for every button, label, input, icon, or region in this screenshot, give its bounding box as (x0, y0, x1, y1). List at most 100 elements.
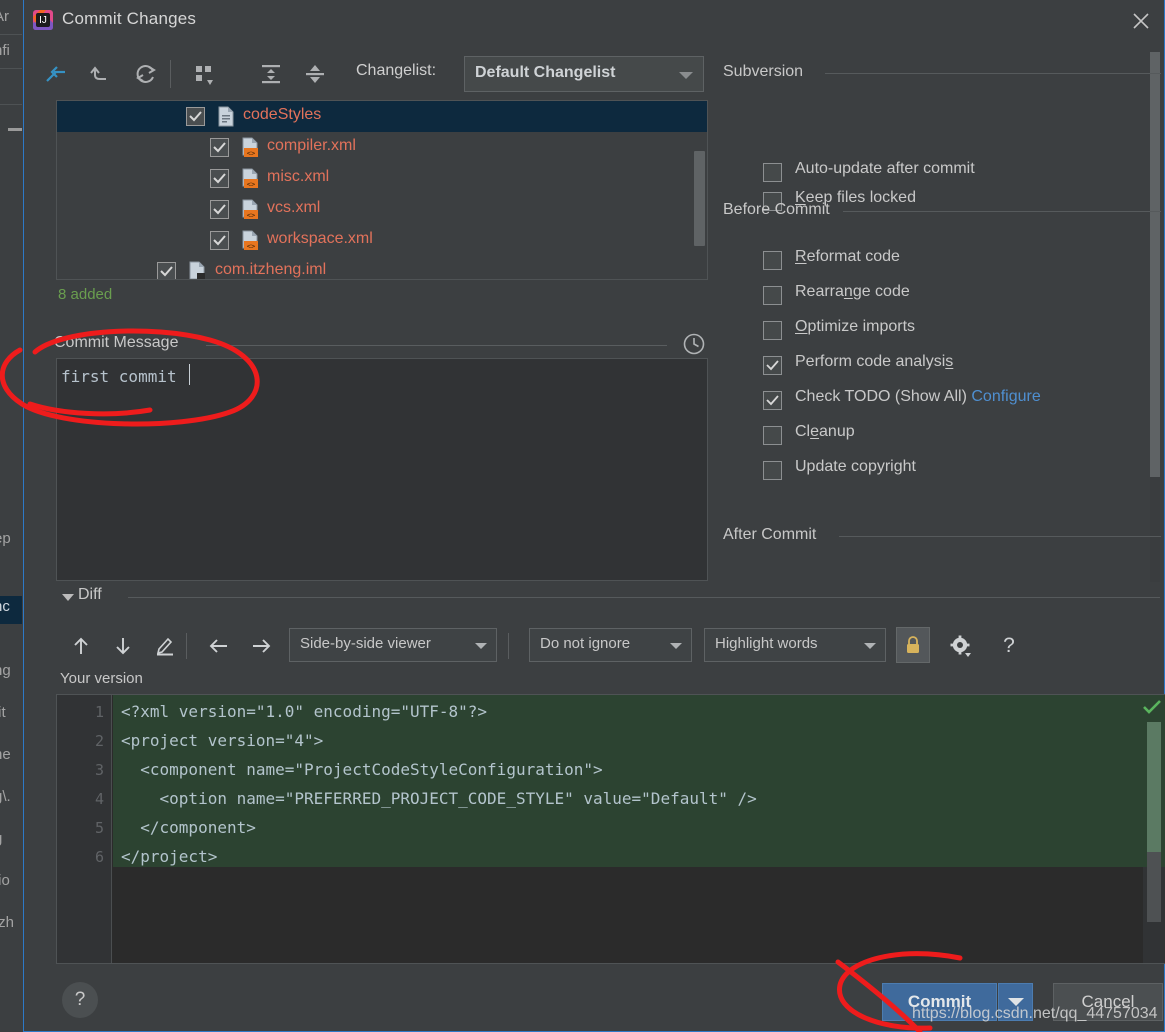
checkbox[interactable] (763, 426, 782, 445)
editor-scrollbar-thumb-lower[interactable] (1147, 852, 1161, 922)
diff-section-title: Diff (78, 586, 102, 604)
file-checkbox[interactable] (157, 262, 176, 280)
chevron-down-icon[interactable] (62, 594, 74, 601)
bg-text-fragment: Ar (0, 8, 9, 25)
section-divider (839, 536, 1161, 537)
table-row[interactable]: com.itzheng.iml (57, 256, 707, 280)
highlight-mode-dropdown[interactable]: Highlight words (704, 628, 886, 662)
gutter-divider (111, 695, 112, 963)
code-line: <project version="4"> (121, 731, 323, 750)
lock-icon[interactable] (896, 627, 930, 663)
checkbox[interactable] (763, 286, 782, 305)
line-number-gutter: 1 2 3 4 5 6 (57, 695, 112, 963)
commit-message-value: first commit (61, 367, 177, 386)
bg-divider (0, 104, 22, 105)
expand-all-icon[interactable] (249, 52, 293, 96)
changelist-label: Changelist: (356, 62, 436, 80)
watermark-text: https://blog.csdn.net/qq_44757034 (912, 1005, 1158, 1023)
checkbox[interactable] (763, 391, 782, 410)
section-divider (206, 345, 667, 346)
green-check-icon (1142, 698, 1162, 720)
file-name: codeStyles (243, 106, 321, 124)
diff-section-header[interactable]: Diff (62, 588, 1160, 610)
line-number: 1 (95, 703, 104, 721)
changelist-selected-value: Default Changelist (475, 64, 615, 82)
clock-history-icon[interactable] (681, 331, 709, 359)
viewer-mode-value: Side-by-side viewer (300, 635, 431, 652)
option-label: Auto-update after commit (795, 160, 975, 178)
file-name: misc.xml (267, 168, 329, 186)
file-checkbox[interactable] (186, 107, 205, 126)
table-row[interactable]: codeStyles (57, 101, 707, 132)
next-difference-icon[interactable] (102, 625, 144, 667)
chevron-down-icon (670, 643, 682, 649)
checkbox[interactable] (763, 251, 782, 270)
svg-text:<>: <> (247, 150, 255, 158)
file-checkbox[interactable] (210, 200, 229, 219)
help-button[interactable]: ? (62, 982, 98, 1018)
option-label: Check TODO (Show All) Configure (795, 388, 1041, 406)
line-number: 5 (95, 819, 104, 837)
option-label-text: Check TODO (Show All) (795, 388, 967, 405)
file-checkbox[interactable] (210, 138, 229, 157)
dialog-title: Commit Changes (62, 9, 196, 29)
accept-right-icon[interactable] (240, 625, 282, 667)
code-area[interactable]: <?xml version="1.0" encoding="UTF-8"?> <… (113, 695, 1165, 963)
chevron-down-icon (475, 643, 487, 649)
background-ide-window: Ar nfi ep nc ng .it he g\. g .io tzh (0, 0, 22, 1032)
file-checkbox[interactable] (210, 231, 229, 250)
refresh-icon[interactable] (124, 52, 168, 96)
xml-file-icon: <> (240, 199, 260, 220)
table-row[interactable]: <> misc.xml (57, 163, 707, 194)
changed-files-list[interactable]: codeStyles <> compiler.xml (56, 100, 708, 280)
table-row[interactable]: <> compiler.xml (57, 132, 707, 163)
file-checkbox[interactable] (210, 169, 229, 188)
show-diff-icon[interactable] (34, 52, 78, 96)
section-divider (825, 73, 1161, 74)
table-row[interactable]: <> vcs.xml (57, 194, 707, 225)
checkbox[interactable] (763, 163, 782, 182)
option-label: Update copyright (795, 458, 916, 476)
settings-gear-icon[interactable] (940, 625, 982, 667)
group-by-icon[interactable] (182, 52, 226, 96)
bg-text-fragment: .io (0, 872, 10, 889)
editor-scrollbar-thumb[interactable] (1147, 722, 1161, 852)
whitespace-mode-dropdown[interactable]: Do not ignore (529, 628, 692, 662)
group-title-subversion: Subversion (723, 63, 803, 81)
checkbox[interactable] (763, 356, 782, 375)
configure-link[interactable]: Configure (971, 388, 1040, 405)
code-line: <component name="ProjectCodeStyleConfigu… (121, 760, 603, 779)
code-line: <option name="PREFERRED_PROJECT_CODE_STY… (121, 789, 757, 808)
diff-pane-label: Your version (60, 670, 143, 687)
changelist-dropdown[interactable]: Default Changelist (464, 56, 704, 92)
commit-message-input[interactable]: first commit (56, 358, 708, 581)
dialog-titlebar: IJ Commit Changes (24, 0, 1164, 42)
bg-dash (8, 128, 22, 131)
option-label: Reformat code (795, 248, 900, 266)
code-line: </project> (121, 847, 217, 866)
screenshot-root: Ar nfi ep nc ng .it he g\. g .io tzh IJ (0, 0, 1165, 1032)
file-list-scrollbar[interactable] (694, 151, 705, 246)
help-icon[interactable]: ? (988, 625, 1030, 667)
table-row[interactable]: <> workspace.xml (57, 225, 707, 256)
changelist-label-text: Changelist: (356, 62, 436, 79)
help-label: ? (75, 989, 86, 1011)
viewer-mode-dropdown[interactable]: Side-by-side viewer (289, 628, 497, 662)
option-label: Cleanup (795, 423, 855, 441)
highlight-mode-value: Highlight words (715, 635, 818, 652)
line-number: 3 (95, 761, 104, 779)
options-scrollbar[interactable] (1150, 52, 1160, 477)
collapse-all-icon[interactable] (293, 52, 337, 96)
close-icon[interactable] (1118, 0, 1164, 41)
revert-icon[interactable] (79, 52, 123, 96)
checkbox[interactable] (763, 321, 782, 340)
commit-message-header: Commit Message (54, 334, 709, 356)
section-divider (843, 211, 1161, 212)
accept-left-icon[interactable] (198, 625, 240, 667)
edit-source-icon[interactable] (144, 625, 186, 667)
checkbox[interactable] (763, 461, 782, 480)
group-title-before-commit: Before Commit (723, 201, 830, 219)
toolbar-separator (508, 633, 509, 659)
previous-difference-icon[interactable] (60, 625, 102, 667)
diff-editor[interactable]: 1 2 3 4 5 6 <?xml version="1.0" encoding… (56, 694, 1165, 964)
